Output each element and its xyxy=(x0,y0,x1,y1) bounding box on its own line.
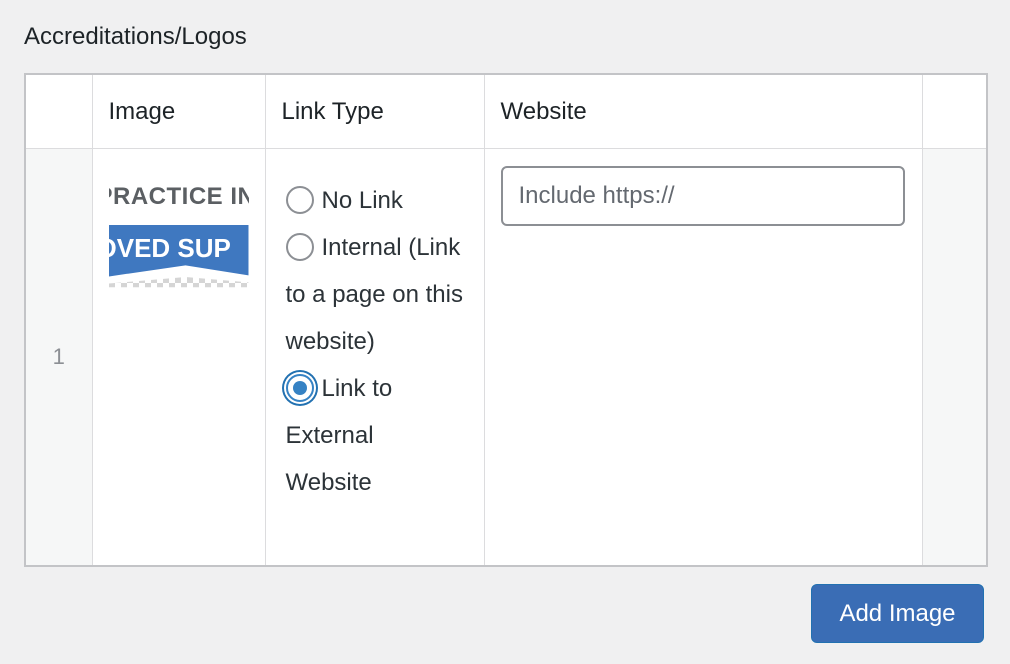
repeater-table: Image Link Type Website 1 PRACTICE IN OV… xyxy=(26,75,986,565)
header-website: Website xyxy=(483,75,923,149)
logo-transparency-checker xyxy=(108,277,249,288)
logo-image-preview[interactable]: PRACTICE IN OVED SUP xyxy=(108,181,249,303)
radio-internal[interactable] xyxy=(285,233,314,261)
website-url-input[interactable] xyxy=(500,166,905,226)
table-row: 1 PRACTICE IN OVED SUP No Link Internal … xyxy=(26,148,986,565)
add-image-button[interactable]: Add Image xyxy=(811,584,984,643)
radio-label-no-link: No Link xyxy=(321,187,403,214)
radio-external[interactable] xyxy=(285,374,314,402)
logo-text-band: OVED SUP xyxy=(108,233,231,263)
header-order xyxy=(26,75,93,149)
row-order-handle[interactable]: 1 xyxy=(26,148,93,565)
acf-field-page: Accreditations/Logos Image Link Type Web… xyxy=(0,0,1010,664)
image-cell: PRACTICE IN OVED SUP xyxy=(91,148,266,565)
header-link-type: Link Type xyxy=(264,75,485,149)
radio-no-link[interactable] xyxy=(285,186,314,214)
website-cell xyxy=(483,148,923,565)
header-actions xyxy=(921,75,986,149)
field-label: Accreditations/Logos xyxy=(24,23,247,50)
radio-option-no-link[interactable]: No Link xyxy=(285,177,464,224)
logo-text-top: PRACTICE IN xyxy=(108,183,249,210)
row-actions-cell xyxy=(921,148,986,565)
radio-option-external[interactable]: Link to External Website xyxy=(285,365,464,506)
link-type-radio-group: No Link Internal (Link to a page on this… xyxy=(285,177,464,506)
link-type-cell: No Link Internal (Link to a page on this… xyxy=(264,148,485,565)
header-image: Image xyxy=(91,75,266,149)
radio-option-internal[interactable]: Internal (Link to a page on this website… xyxy=(285,224,464,365)
repeater-table-container: Image Link Type Website 1 PRACTICE IN OV… xyxy=(24,73,988,567)
table-header-row: Image Link Type Website xyxy=(26,75,986,149)
